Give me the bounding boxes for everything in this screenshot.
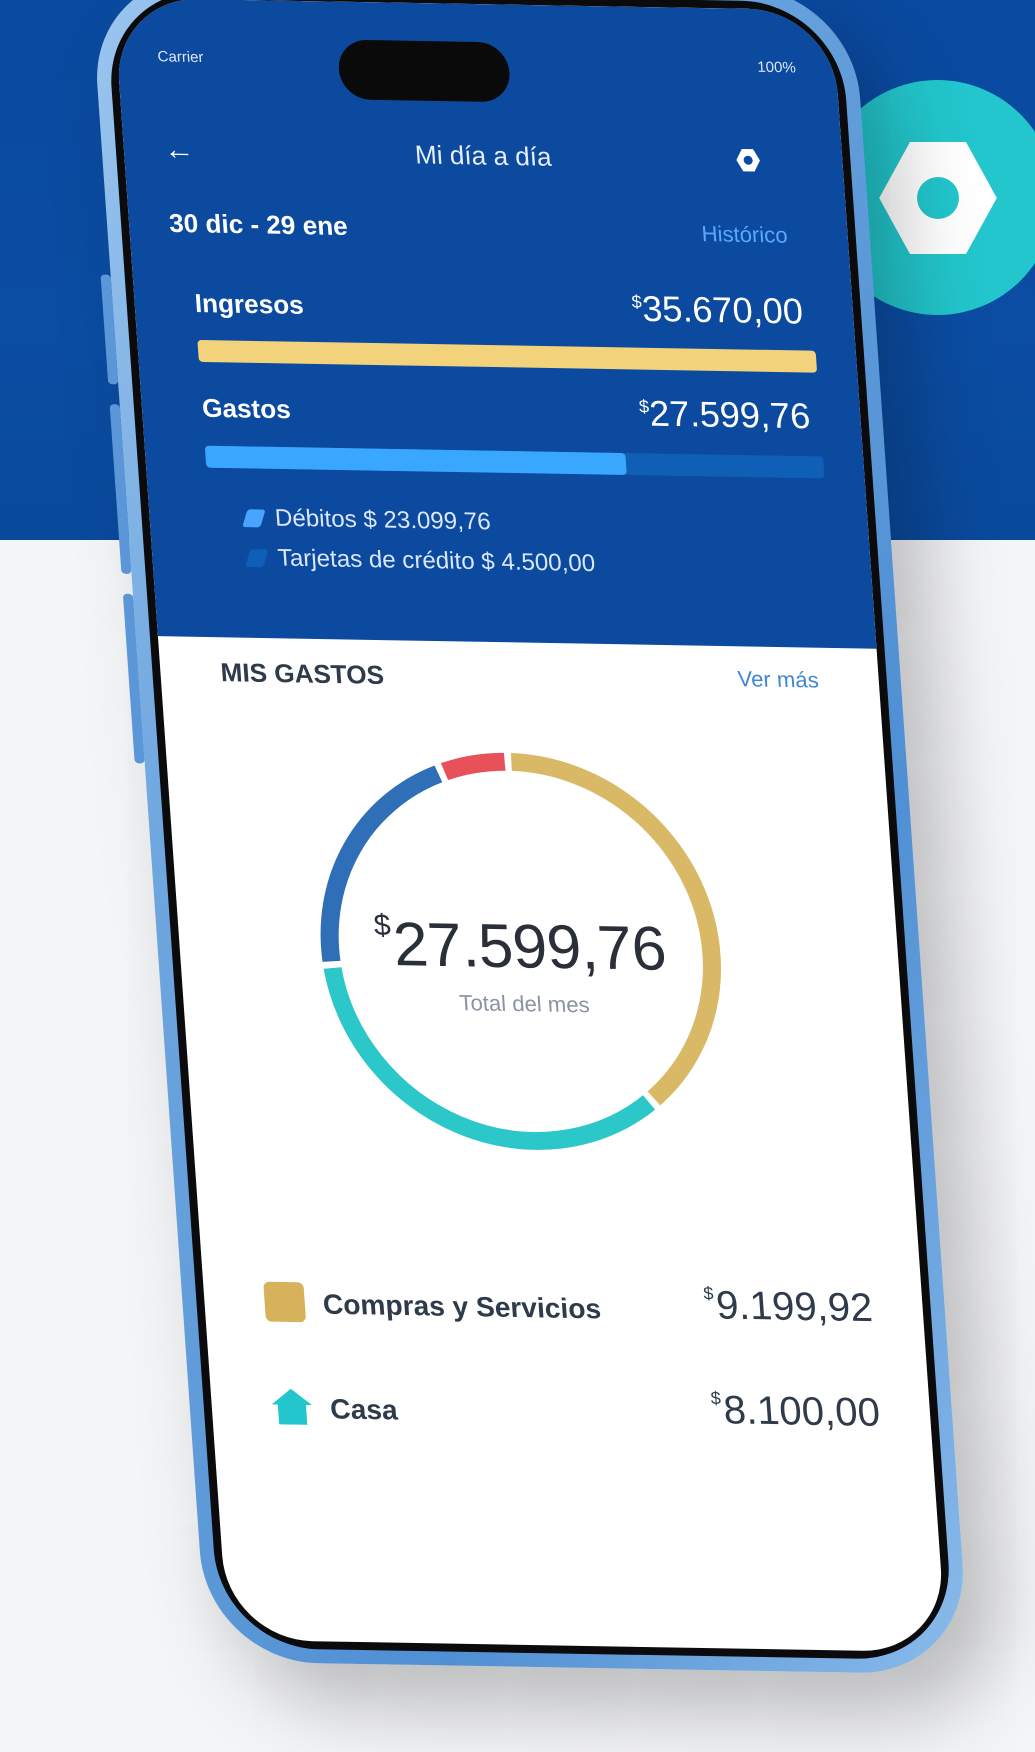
- category-amount-casa: $8.100,00: [710, 1388, 881, 1436]
- legend-label-tarjetas: Tarjetas de crédito $ 4.500,00: [276, 544, 597, 578]
- ver-mas-link[interactable]: Ver más: [737, 666, 820, 693]
- category-value-casa: 8.100,00: [722, 1388, 882, 1435]
- donut-total: $27.599,76: [287, 907, 754, 986]
- battery-label: 100%: [756, 58, 797, 77]
- category-value-compras: 9.199,92: [714, 1283, 875, 1331]
- category-amount-compras: $9.199,92: [703, 1283, 874, 1331]
- legend-swatch-tarjetas: [245, 549, 269, 568]
- legend-item-tarjetas: Tarjetas de crédito $ 4.500,00: [245, 538, 597, 584]
- expenses-legend: Débitos $ 23.099,76 Tarjetas de crédito …: [242, 498, 597, 584]
- phone-screen: Carrier 100% ← Mi día a día 30 dic - 29 …: [113, 0, 947, 1653]
- settings-hex-icon: [878, 141, 997, 254]
- category-currency-compras: $: [702, 1283, 715, 1304]
- donut-currency: $: [372, 908, 392, 943]
- legend-swatch-debitos: [242, 509, 266, 528]
- legend-label-debitos: Débitos $ 23.099,76: [274, 504, 492, 536]
- phone-shell: Carrier 100% ← Mi día a día 30 dic - 29 …: [89, 0, 971, 1675]
- expenses-label: Gastos: [201, 392, 292, 425]
- expenses-amount: $27.599,76: [638, 392, 812, 437]
- house-icon: [271, 1386, 314, 1427]
- mis-gastos-title: MIS GASTOS: [219, 657, 386, 690]
- category-row-casa[interactable]: Casa $8.100,00: [270, 1380, 893, 1455]
- income-label: Ingresos: [193, 288, 305, 320]
- settings-icon[interactable]: [733, 146, 763, 174]
- category-label-compras: Compras y Servicios: [321, 1288, 603, 1325]
- shopping-bag-icon: [263, 1281, 307, 1323]
- mis-gastos-header: MIS GASTOS Ver más: [220, 657, 841, 708]
- income-amount: $35.670,00: [631, 288, 805, 333]
- expenses-donut: $27.599,76 Total del mes: [274, 718, 768, 1185]
- category-label-casa: Casa: [329, 1393, 399, 1426]
- donut-segment-4: [440, 752, 506, 781]
- donut-amount: 27.599,76: [391, 910, 669, 984]
- category-currency-casa: $: [709, 1388, 722, 1409]
- legend-item-debitos: Débitos $ 23.099,76: [242, 498, 594, 544]
- category-row-compras[interactable]: Compras y Servicios $9.199,92: [263, 1276, 886, 1351]
- date-range-label: 30 dic - 29 ene: [168, 207, 349, 241]
- carrier-label: Carrier: [156, 48, 205, 67]
- expenses-value: 27.599,76: [647, 392, 812, 437]
- income-value: 35.670,00: [640, 287, 805, 332]
- historic-link[interactable]: Histórico: [701, 221, 789, 248]
